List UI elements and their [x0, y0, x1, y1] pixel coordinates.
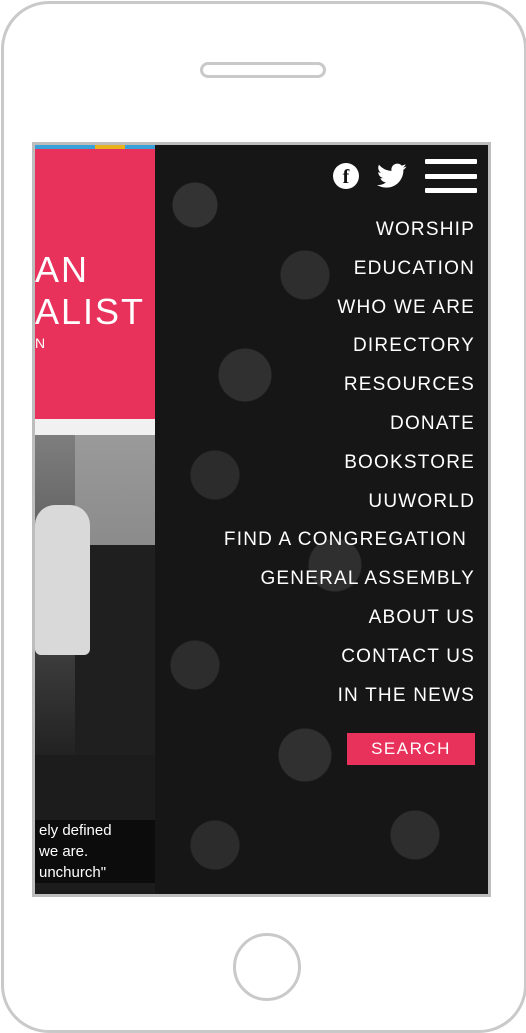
brand-line-3: N [35, 335, 47, 351]
nav-item-donate[interactable]: DONATE [224, 405, 475, 444]
hamburger-bar [425, 188, 477, 193]
nav-item-general-assembly[interactable]: GENERAL ASSEMBLY [224, 560, 475, 599]
twitter-icon[interactable] [377, 163, 407, 189]
main-nav: WORSHIP EDUCATION WHO WE ARE DIRECTORY R… [224, 211, 475, 715]
nav-item-directory[interactable]: DIRECTORY [224, 327, 475, 366]
facebook-icon[interactable]: f [333, 163, 359, 189]
home-button[interactable] [233, 933, 301, 1001]
nav-menu-overlay: f WORSHIP EDUCATION WHO WE ARE DIRECTORY… [155, 145, 488, 894]
hamburger-menu-icon[interactable] [425, 159, 477, 193]
brand-line-1: AN [35, 249, 90, 290]
phone-speaker [200, 62, 326, 78]
intro-text-line: unchurch" [39, 864, 107, 881]
divider [35, 419, 155, 435]
screen: AN ALIST N ely defined we are. unchurch"… [32, 142, 491, 897]
intro-text-line: ely defined [39, 822, 112, 839]
brand-line-2: ALIST [35, 291, 146, 332]
header-icons: f [333, 159, 477, 193]
hero-photo [35, 435, 155, 755]
page-peek: AN ALIST N ely defined we are. unchurch" [35, 145, 159, 894]
nav-item-resources[interactable]: RESOURCES [224, 366, 475, 405]
hamburger-bar [425, 173, 477, 179]
hamburger-bar [425, 159, 477, 164]
nav-item-contact-us[interactable]: CONTACT US [224, 638, 475, 677]
nav-item-education[interactable]: EDUCATION [224, 250, 475, 289]
nav-item-worship[interactable]: WORSHIP [224, 211, 475, 250]
intro-text: ely defined we are. unchurch" [35, 820, 159, 883]
search-button[interactable]: SEARCH [347, 733, 475, 765]
nav-item-find-a-congregation[interactable]: FIND A CONGREGATION [224, 521, 475, 560]
nav-item-about-us[interactable]: ABOUT US [224, 599, 475, 638]
photo-person [35, 505, 90, 655]
nav-item-in-the-news[interactable]: IN THE NEWS [224, 677, 475, 716]
nav-item-who-we-are[interactable]: WHO WE ARE [224, 289, 475, 328]
intro-text-line: we are. [39, 843, 89, 860]
brand-logo-block[interactable]: AN ALIST N [35, 149, 155, 419]
nav-item-uuworld[interactable]: UUWORLD [224, 483, 475, 522]
nav-item-bookstore[interactable]: BOOKSTORE [224, 444, 475, 483]
